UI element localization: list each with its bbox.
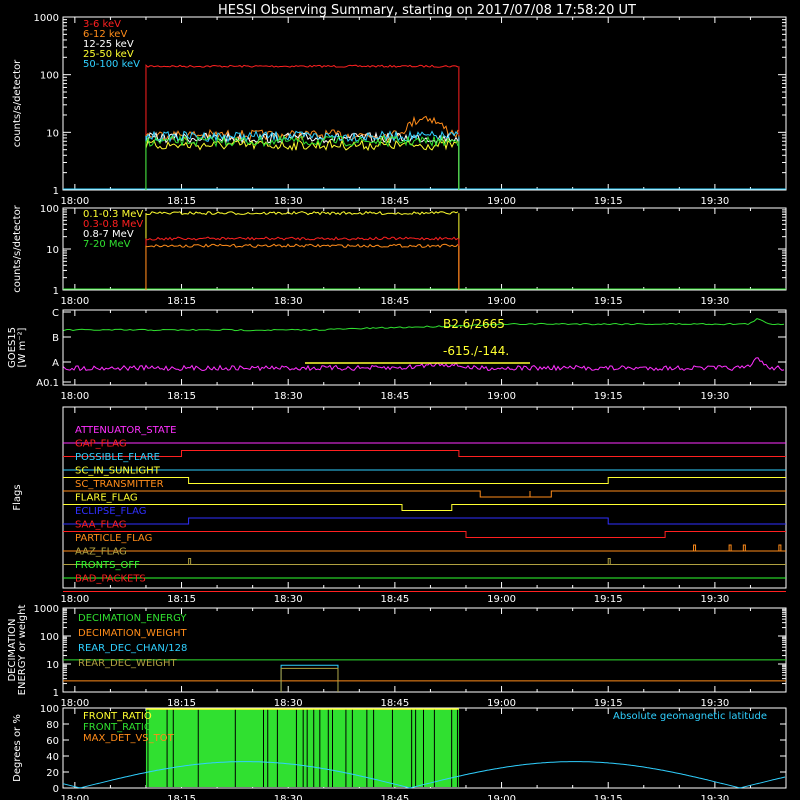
y-tick-label: B bbox=[52, 333, 59, 344]
x-tick-label: 18:30 bbox=[274, 594, 303, 605]
legend-entry: FRONT_RATIO bbox=[83, 711, 152, 722]
x-tick-label: 18:45 bbox=[380, 391, 409, 402]
y-tick-label: 60 bbox=[46, 736, 59, 747]
x-tick-label: 19:30 bbox=[700, 391, 729, 402]
y-tick-label: 1000 bbox=[34, 13, 59, 24]
x-tick-label: 18:30 bbox=[274, 296, 303, 307]
x-tick-label: 19:15 bbox=[594, 794, 623, 800]
x-tick-label: 19:00 bbox=[487, 391, 516, 402]
x-tick-label: 18:15 bbox=[167, 391, 196, 402]
x-tick-label: 19:30 bbox=[700, 698, 729, 709]
x-tick-label: 18:00 bbox=[60, 594, 89, 605]
y-tick-label: 1000 bbox=[34, 604, 59, 615]
x-tick-label: 18:30 bbox=[274, 698, 303, 709]
y-axis-label: counts/s/detector bbox=[12, 59, 23, 147]
x-tick-label: 19:00 bbox=[487, 296, 516, 307]
x-tick-label: 18:15 bbox=[167, 196, 196, 207]
x-tick-label: 18:30 bbox=[274, 391, 303, 402]
y-tick-label: 10 bbox=[46, 245, 59, 256]
legend-entry: 7-20 MeV bbox=[83, 239, 131, 250]
flag-label: GAP_FLAG bbox=[75, 439, 127, 450]
y-axis-label: Flags bbox=[12, 484, 23, 510]
legend-entry: MAX_DET_VS_TOT bbox=[83, 733, 175, 744]
legend-entry: FRONT_RATIO_ bbox=[83, 722, 158, 733]
legend-entry: 50-100 keV bbox=[83, 59, 140, 70]
x-tick-label: 18:30 bbox=[274, 196, 303, 207]
x-tick-label: 19:00 bbox=[487, 794, 516, 800]
x-tick-label: 19:30 bbox=[700, 594, 729, 605]
x-tick-label: 18:00 bbox=[60, 296, 89, 307]
x-tick-label: 18:00 bbox=[60, 391, 89, 402]
y-tick-label: 20 bbox=[46, 768, 59, 779]
y-tick-label: A0.1 bbox=[36, 378, 59, 389]
chart-title: HESSI Observing Summary, starting on 201… bbox=[218, 3, 636, 18]
x-tick-label: 19:00 bbox=[487, 196, 516, 207]
y-axis-label: ENERGY or weight bbox=[17, 605, 28, 696]
y-tick-label: 80 bbox=[46, 720, 59, 731]
flag-label: PARTICLE_FLAG bbox=[75, 533, 152, 544]
goes-annotation-class: B2.6/2665 bbox=[443, 317, 505, 331]
flag-label: ECLIPSE_FLAG bbox=[75, 506, 146, 517]
y-tick-label: 100 bbox=[40, 632, 59, 643]
y-tick-label: 1 bbox=[53, 688, 59, 699]
y-tick-label: 100 bbox=[40, 71, 59, 82]
x-tick-label: 19:15 bbox=[594, 698, 623, 709]
x-tick-label: 18:15 bbox=[167, 698, 196, 709]
legend-entry: DECIMATION_WEIGHT bbox=[78, 628, 187, 639]
y-axis-label: Degrees or % bbox=[12, 714, 23, 782]
x-tick-label: 18:00 bbox=[60, 196, 89, 207]
flag-label: FRONTS_OFF bbox=[75, 560, 140, 571]
geomagnetic-latitude-label: Absolute geomagnetic latitude bbox=[613, 711, 767, 722]
x-tick-label: 19:15 bbox=[594, 296, 623, 307]
flag-label: SC_TRANSMITTER bbox=[75, 479, 164, 490]
x-tick-label: 19:00 bbox=[487, 594, 516, 605]
y-tick-label: 10 bbox=[46, 128, 59, 139]
y-tick-label: 10 bbox=[46, 660, 59, 671]
x-tick-label: 19:15 bbox=[594, 391, 623, 402]
x-tick-label: 19:15 bbox=[594, 594, 623, 605]
y-axis-label: [W m⁻²] bbox=[17, 327, 28, 367]
x-tick-label: 18:15 bbox=[167, 594, 196, 605]
flag-label: SAA_FLAG bbox=[75, 520, 126, 531]
hessi-observing-summary-chart: HESSI Observing Summary, starting on 201… bbox=[0, 0, 800, 800]
x-tick-label: 18:15 bbox=[167, 794, 196, 800]
x-tick-label: 18:15 bbox=[167, 296, 196, 307]
x-tick-label: 19:30 bbox=[700, 296, 729, 307]
legend-entry: DECIMATION_ENERGY bbox=[78, 613, 187, 624]
goes-annotation-position: -615./-144. bbox=[443, 344, 509, 358]
x-tick-label: 18:45 bbox=[380, 698, 409, 709]
x-tick-label: 19:30 bbox=[700, 196, 729, 207]
y-tick-label: 1 bbox=[53, 186, 59, 197]
y-tick-label: 1 bbox=[53, 286, 59, 297]
x-tick-label: 18:00 bbox=[60, 794, 89, 800]
y-tick-label: C bbox=[52, 308, 59, 319]
flag-label: ATTENUATOR_STATE bbox=[75, 425, 176, 436]
flag-label: FLARE_FLAG bbox=[75, 493, 138, 504]
y-tick-label: 100 bbox=[40, 204, 59, 215]
y-tick-label: 40 bbox=[46, 752, 59, 763]
y-axis-label: counts/s/detector bbox=[12, 204, 23, 292]
y-tick-label: A bbox=[52, 358, 59, 369]
x-tick-label: 19:15 bbox=[594, 196, 623, 207]
x-tick-label: 18:45 bbox=[380, 794, 409, 800]
x-tick-label: 18:45 bbox=[380, 594, 409, 605]
flag-label: SC_IN_SUNLIGHT bbox=[75, 466, 161, 477]
flag-label: POSSIBLE_FLARE bbox=[75, 452, 160, 463]
x-tick-label: 19:30 bbox=[700, 794, 729, 800]
y-tick-label: 100 bbox=[40, 704, 59, 715]
x-tick-label: 18:30 bbox=[274, 794, 303, 800]
legend-entry: REAR_DEC_CHAN/128 bbox=[78, 643, 187, 654]
x-tick-label: 18:45 bbox=[380, 296, 409, 307]
x-tick-label: 19:00 bbox=[487, 698, 516, 709]
y-tick-label: 0 bbox=[53, 784, 59, 795]
x-tick-label: 18:00 bbox=[60, 698, 89, 709]
legend-entry: REAR_DEC_WEIGHT bbox=[78, 658, 177, 669]
x-tick-label: 18:45 bbox=[380, 196, 409, 207]
flag-label: AAZ_FLAG bbox=[75, 547, 127, 558]
flag-label: BAD_PACKETS bbox=[75, 574, 146, 585]
